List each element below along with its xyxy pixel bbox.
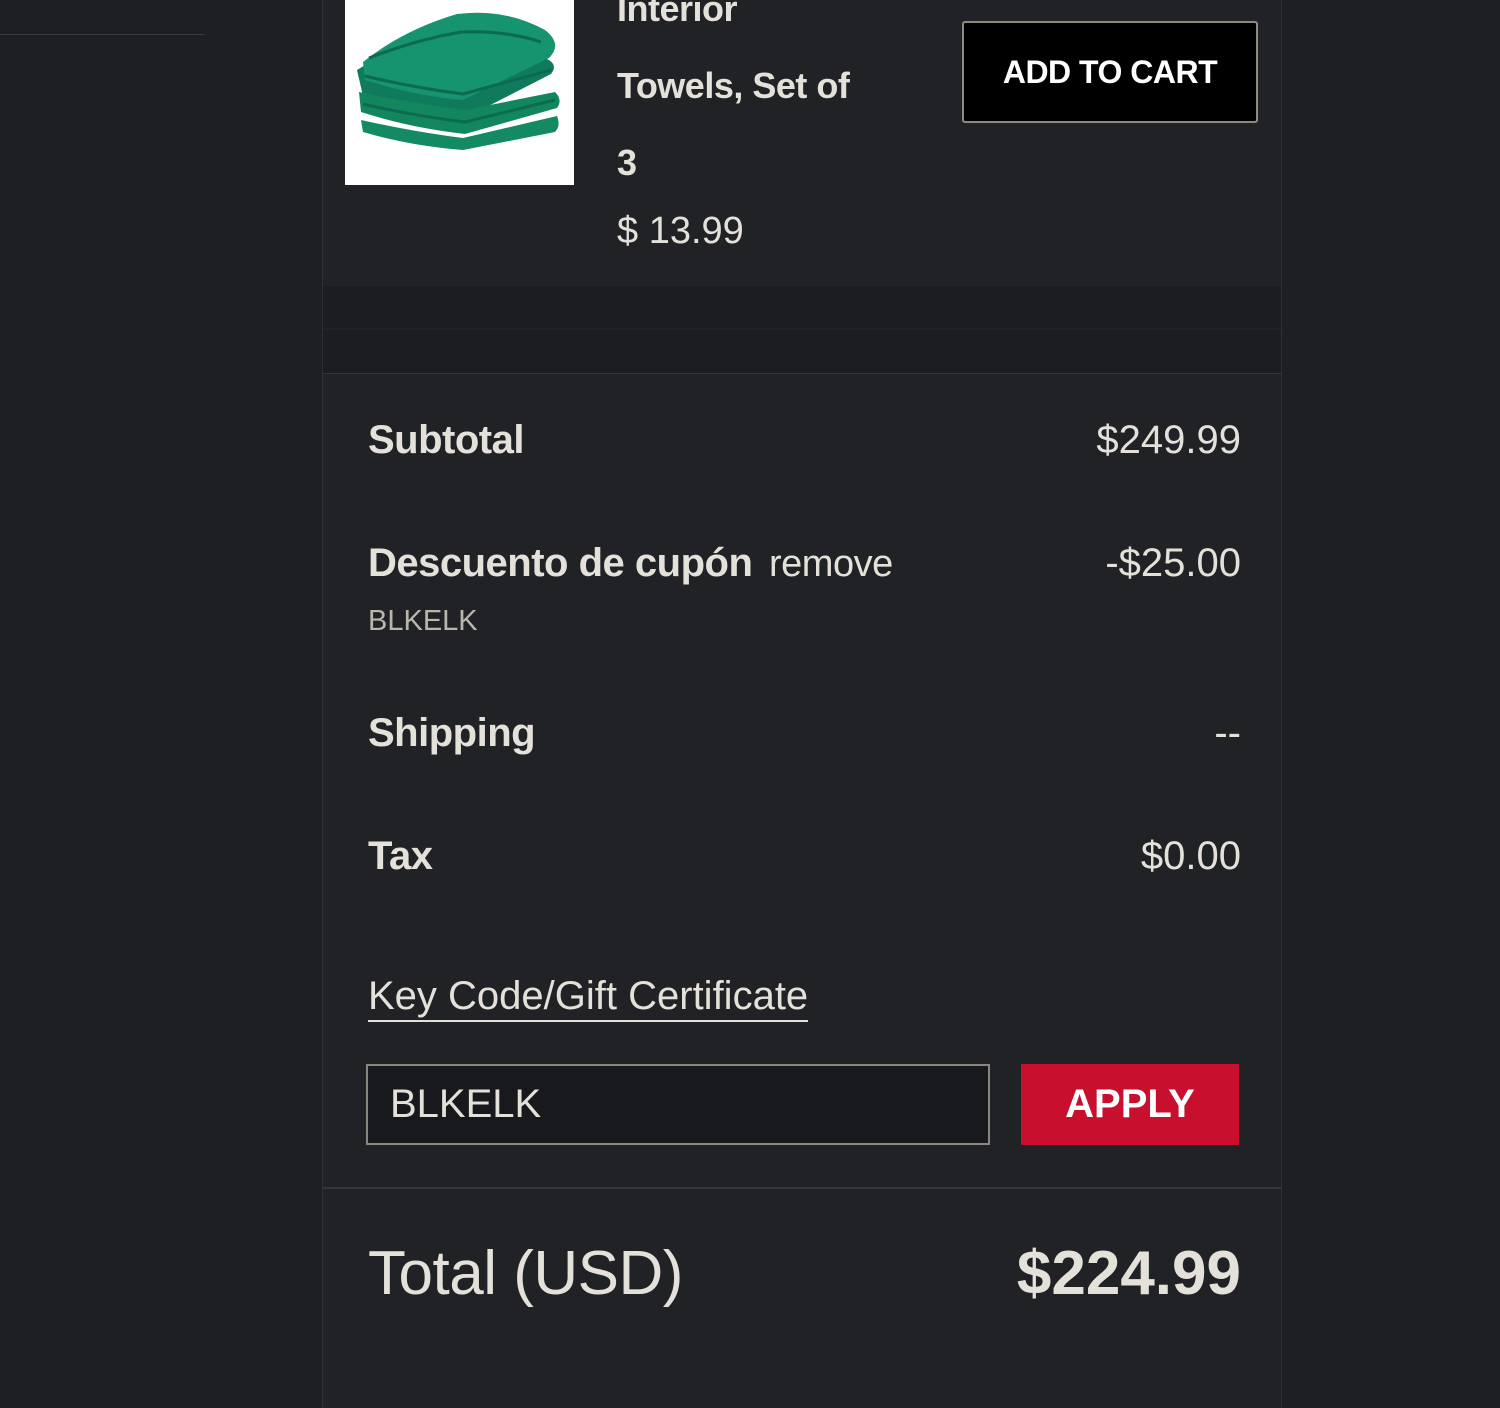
shipping-label: Shipping — [368, 711, 536, 755]
product-title-line: Towels, Set of — [617, 65, 850, 106]
keycode-input[interactable] — [366, 1064, 990, 1145]
shipping-value: -- — [1214, 711, 1241, 755]
total-value: $224.99 — [1016, 1239, 1241, 1308]
upsell-product-card: Interior Towels, Set of 3 $ 13.99 ADD TO… — [323, 0, 1281, 286]
total-divider — [323, 1187, 1281, 1189]
tax-row: Tax $0.00 — [368, 834, 1241, 879]
coupon-label: Descuento de cupón — [368, 541, 753, 585]
product-price: $ 13.99 — [617, 210, 744, 252]
towel-image-icon — [357, 12, 560, 150]
product-title[interactable]: Interior Towels, Set of 3 — [617, 0, 907, 201]
coupon-row: Descuento de cupón remove -$25.00 — [368, 541, 1241, 586]
subtotal-row: Subtotal $249.99 — [368, 418, 1241, 463]
section-spacer — [323, 330, 1281, 374]
subtotal-value: $249.99 — [1096, 418, 1241, 462]
subtotal-label: Subtotal — [368, 418, 524, 462]
add-to-cart-button[interactable]: ADD TO CART — [962, 21, 1258, 123]
total-label: Total (USD) — [368, 1239, 683, 1308]
product-title-line: 3 — [617, 142, 637, 183]
tax-value: $0.00 — [1140, 834, 1241, 878]
coupon-label-group: Descuento de cupón remove — [368, 541, 893, 586]
cart-summary-panel: Interior Towels, Set of 3 $ 13.99 ADD TO… — [322, 0, 1282, 1408]
section-spacer — [323, 286, 1281, 328]
product-image[interactable] — [345, 0, 574, 185]
remove-coupon-link[interactable]: remove — [769, 543, 893, 585]
coupon-discount-value: -$25.00 — [1105, 541, 1241, 585]
keycode-gift-certificate-link[interactable]: Key Code/Gift Certificate — [368, 972, 809, 1022]
shipping-row: Shipping -- — [368, 711, 1241, 756]
total-row: Total (USD) $224.99 — [368, 1238, 1241, 1309]
apply-button[interactable]: APPLY — [1021, 1064, 1239, 1145]
left-divider — [0, 34, 204, 35]
product-title-line: Interior — [617, 0, 738, 29]
tax-label: Tax — [368, 834, 433, 878]
applied-coupon-code: BLKELK — [368, 605, 478, 637]
